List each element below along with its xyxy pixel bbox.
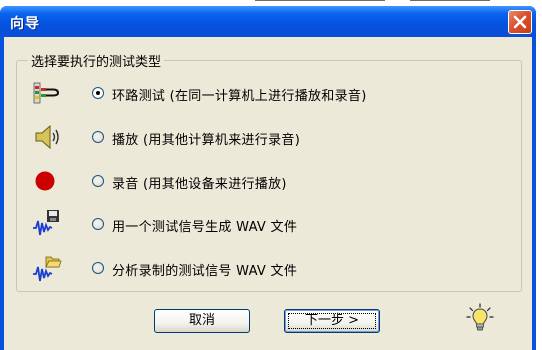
waveform-save-icon	[33, 210, 59, 236]
group-label: 选择要执行的测试类型	[28, 51, 165, 70]
option-label: 播放 (用其他计算机来进行录音)	[112, 133, 301, 148]
record-dot-icon	[35, 171, 55, 191]
option-generate-wav[interactable]: 用一个测试信号生成 WAV 文件	[26, 208, 506, 242]
backdrop-edge	[410, 0, 490, 1]
cancel-button[interactable]: 取消	[154, 309, 250, 333]
loopback-cable-icon	[33, 82, 60, 104]
option-loopback[interactable]: 环路测试 (在同一计算机上进行播放和录音)	[26, 77, 506, 111]
option-label: 环路测试 (在同一计算机上进行播放和录音)	[112, 89, 367, 104]
backdrop-edge	[255, 0, 385, 1]
dialog-title: 向导	[10, 16, 40, 32]
close-button[interactable]	[508, 10, 532, 34]
radio-record[interactable]	[92, 175, 104, 187]
lightbulb-icon[interactable]	[466, 303, 494, 333]
radio-generate-wav[interactable]	[92, 218, 104, 230]
next-button[interactable]: 下一步 >	[284, 309, 380, 333]
wizard-dialog: 向导 选择要执行的测试类型 环路测试 (在同一计算机上进行播放和录音) 播放 (…	[0, 6, 536, 350]
option-record[interactable]: 录音 (用其他设备来进行播放)	[26, 165, 506, 199]
cancel-button-label: 取消	[188, 313, 215, 328]
option-label: 分析录制的测试信号 WAV 文件	[112, 264, 298, 279]
waveform-open-icon	[33, 256, 62, 282]
radio-loopback[interactable]	[92, 87, 104, 99]
option-analyze-wav[interactable]: 分析录制的测试信号 WAV 文件	[26, 252, 506, 286]
speaker-icon	[35, 124, 59, 150]
option-label: 录音 (用其他设备来进行播放)	[112, 177, 287, 192]
option-playback[interactable]: 播放 (用其他计算机来进行录音)	[26, 121, 506, 155]
dialog-body: 选择要执行的测试类型 环路测试 (在同一计算机上进行播放和录音) 播放 (用其他…	[4, 37, 532, 350]
radio-analyze-wav[interactable]	[92, 262, 104, 274]
close-icon	[513, 15, 527, 29]
option-label: 用一个测试信号生成 WAV 文件	[112, 220, 298, 235]
radio-playback[interactable]	[92, 131, 104, 143]
next-button-label: 下一步 >	[304, 313, 360, 328]
title-bar[interactable]: 向导	[0, 6, 536, 37]
